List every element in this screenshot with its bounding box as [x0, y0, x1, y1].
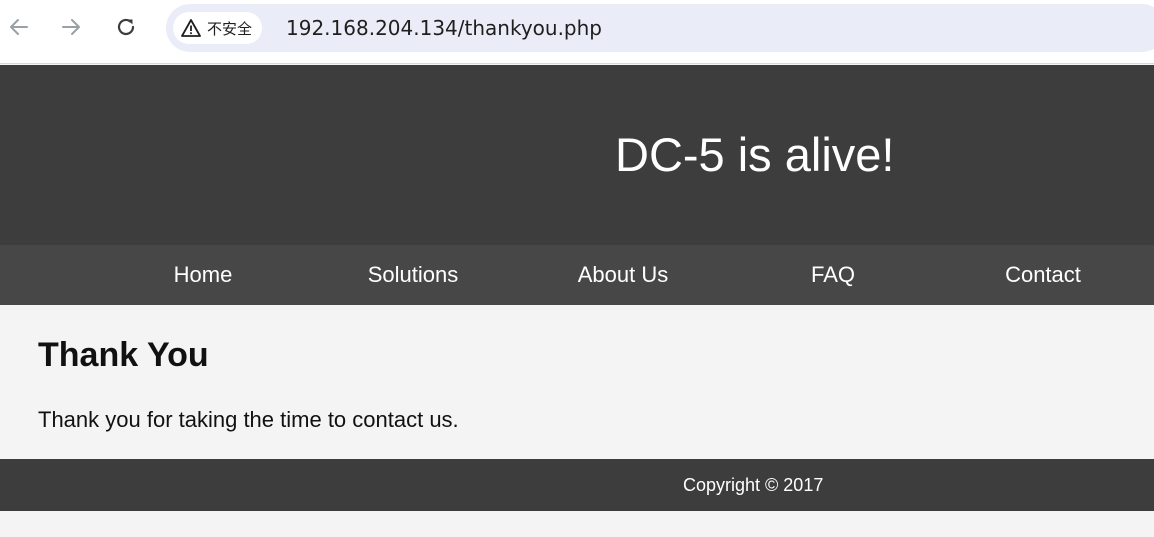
browser-toolbar: 不安全 192.168.204.134/thankyou.php	[0, 0, 1154, 64]
url-text[interactable]: 192.168.204.134/thankyou.php	[286, 16, 602, 40]
nav-link-contact[interactable]: Contact	[938, 245, 1148, 305]
forward-button[interactable]	[56, 12, 86, 42]
site-title: DC-5 is alive!	[615, 128, 895, 181]
back-arrow-icon	[10, 19, 28, 35]
reload-icon	[117, 18, 135, 36]
reload-button[interactable]	[111, 12, 141, 42]
nav-link-home[interactable]: Home	[98, 245, 308, 305]
security-indicator[interactable]: 不安全	[173, 12, 263, 44]
back-button[interactable]	[4, 12, 34, 42]
warning-triangle-icon	[181, 19, 201, 37]
site-header: DC-5 is alive!	[0, 65, 1154, 245]
forward-arrow-icon	[62, 19, 80, 35]
nav-link-faq[interactable]: FAQ	[728, 245, 938, 305]
site-footer: Copyright © 2017	[0, 459, 1154, 511]
page-text: Thank you for taking the time to contact…	[38, 407, 459, 432]
site-nav: Home Solutions About Us FAQ Contact	[0, 245, 1154, 305]
nav-link-solutions[interactable]: Solutions	[308, 245, 518, 305]
address-bar[interactable]: 不安全 192.168.204.134/thankyou.php	[166, 4, 1154, 52]
nav-link-about-us[interactable]: About Us	[518, 245, 728, 305]
copyright-text: Copyright © 2017	[683, 475, 824, 495]
page-background	[0, 511, 1154, 537]
security-label: 不安全	[207, 19, 253, 38]
main-content: Thank You Thank you for taking the time …	[0, 305, 1154, 459]
page-heading: Thank You	[38, 336, 209, 374]
